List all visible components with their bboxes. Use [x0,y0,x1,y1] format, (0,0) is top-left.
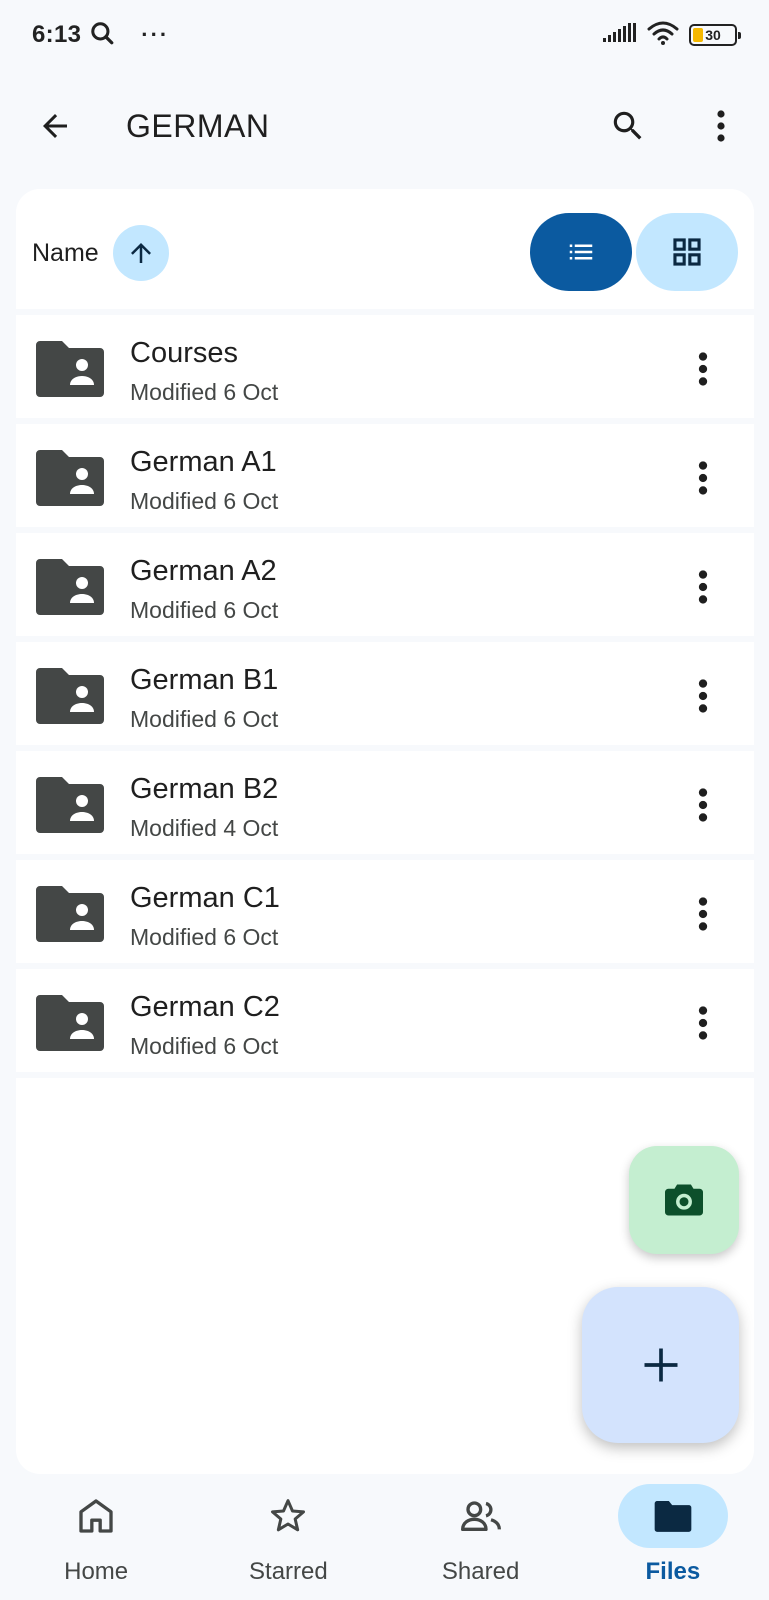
more-vert-icon [698,352,708,386]
nav-item-home[interactable]: Home [0,1474,192,1600]
list-item[interactable]: German C2 Modified 6 Oct [16,969,754,1078]
new-button[interactable] [582,1287,739,1443]
more-vert-icon [698,897,708,931]
shared-folder-icon [36,341,104,397]
file-name: German A2 [130,555,277,587]
shared-folder-icon [36,995,104,1051]
scan-camera-button[interactable] [629,1146,739,1254]
nav-icon-container [41,1484,151,1548]
more-vert-icon [698,461,708,495]
file-modified: Modified 6 Oct [130,379,279,405]
file-name: German B2 [130,773,279,805]
status-time: 6:13 [32,21,82,48]
nav-label: Shared [441,1558,520,1585]
people-icon [460,1501,501,1531]
file-name: German C1 [130,882,280,914]
nav-label: Starred [249,1558,328,1585]
list-view-toggle[interactable] [530,213,632,291]
plus-icon [644,1348,677,1382]
back-button[interactable] [27,98,83,154]
item-more-button[interactable] [676,342,730,396]
item-more-button[interactable] [676,778,730,832]
star-icon [271,1499,306,1532]
list-icon [569,244,593,260]
more-vert-icon [698,788,708,822]
home-icon [79,1499,113,1533]
more-vert-icon [698,570,708,604]
battery-level: 30 [705,27,721,43]
wifi-icon [647,21,679,50]
list-item[interactable]: German A1 Modified 6 Oct [16,424,754,533]
status-right: 30 [603,21,741,50]
nav-label: Files [645,1558,701,1585]
status-bar: 6:13 ··· 30 [0,0,769,70]
file-modified: Modified 6 Oct [130,924,279,950]
item-more-button[interactable] [676,560,730,614]
page-title: GERMAN [126,107,270,144]
nav-icon-container [426,1484,536,1548]
arrow-upward-icon [131,243,151,263]
camera-icon [665,1184,703,1216]
sort-header: Name [16,189,754,315]
list-item[interactable]: German A2 Modified 6 Oct [16,533,754,642]
battery-icon: 30 [689,24,741,46]
shared-folder-icon [36,886,104,942]
list-item[interactable]: German B2 Modified 4 Oct [16,751,754,860]
file-list-container: Name Courses Modified 6 Oct German A1 Mo… [16,189,754,1474]
sort-direction-button[interactable] [113,225,169,281]
search-icon [613,111,642,140]
status-left: 6:13 ··· [32,20,169,51]
item-more-button[interactable] [676,451,730,505]
shared-folder-icon [36,450,104,506]
item-more-button[interactable] [676,996,730,1050]
file-modified: Modified 6 Oct [130,597,279,623]
nav-item-files[interactable]: Files [577,1474,769,1600]
file-list: Courses Modified 6 Oct German A1 Modifie… [16,315,754,1078]
file-name: German B1 [130,664,279,696]
file-modified: Modified 4 Oct [130,815,279,841]
more-vert-icon [698,1006,708,1040]
search-button[interactable] [600,98,656,154]
arrow-back-icon [43,114,67,138]
nav-icon-container [233,1484,343,1548]
nav-label: Home [64,1558,129,1585]
signal-icon [603,22,637,49]
file-modified: Modified 6 Oct [130,1033,279,1059]
grid-icon [673,238,701,266]
sort-label[interactable]: Name [32,239,99,268]
more-options-button[interactable] [693,98,749,154]
app-bar: GERMAN [0,78,769,174]
nav-icon-container [617,1484,728,1548]
list-item[interactable]: German C1 Modified 6 Oct [16,860,754,969]
file-modified: Modified 6 Oct [130,488,279,514]
bottom-navigation: Home Starred Shared Files [0,1474,769,1600]
grid-view-toggle[interactable] [636,213,738,291]
nav-item-shared[interactable]: Shared [385,1474,577,1600]
file-name: German A1 [130,446,277,478]
item-more-button[interactable] [676,669,730,723]
file-name: Courses [130,337,238,369]
file-name: German C2 [130,991,280,1023]
nav-item-starred[interactable]: Starred [192,1474,384,1600]
notification-overflow-icon: ··· [141,22,170,47]
item-more-button[interactable] [676,887,730,941]
quick-search-status-icon [89,20,115,51]
file-modified: Modified 6 Oct [130,706,279,732]
shared-folder-icon [36,668,104,724]
folder-icon [654,1501,692,1532]
shared-folder-icon [36,559,104,615]
more-vert-icon [698,679,708,713]
list-item[interactable]: Courses Modified 6 Oct [16,315,754,424]
list-item[interactable]: German B1 Modified 6 Oct [16,642,754,751]
more-vert-icon [717,110,725,142]
shared-folder-icon [36,777,104,833]
